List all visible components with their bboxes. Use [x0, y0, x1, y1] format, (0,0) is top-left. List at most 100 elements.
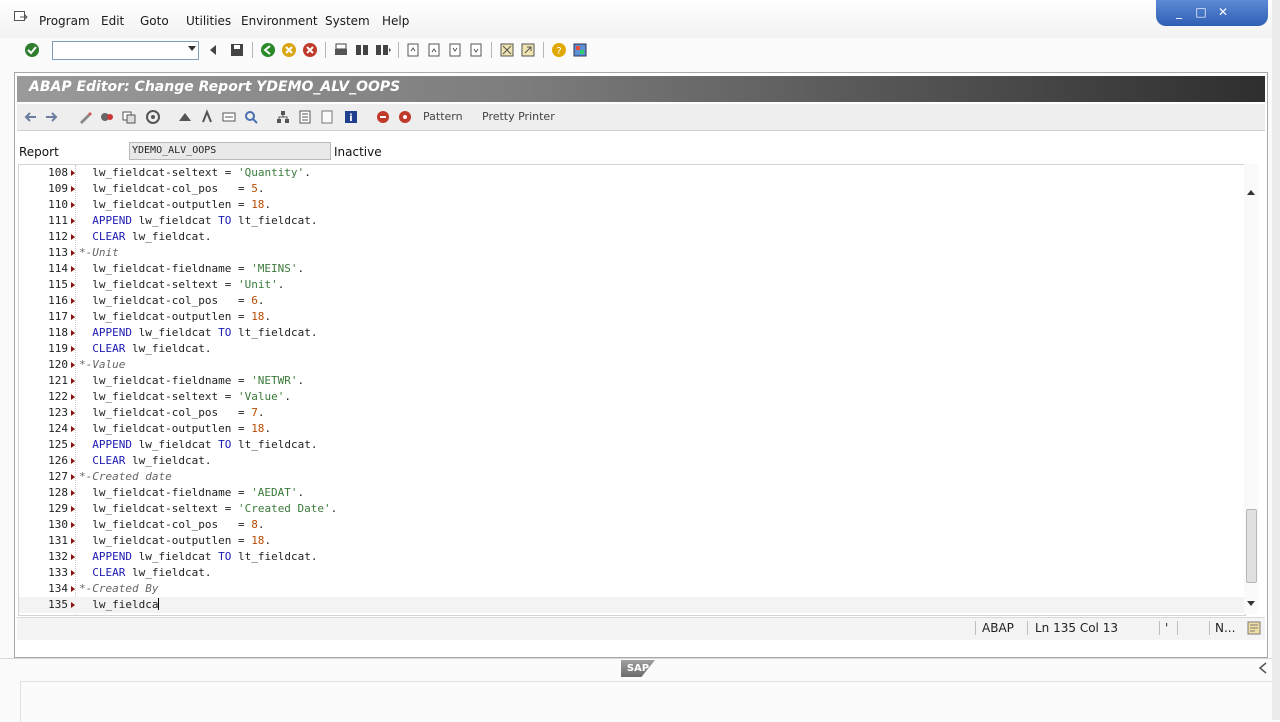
- command-field[interactable]: [52, 41, 199, 62]
- code-text[interactable]: *-Unit: [79, 245, 119, 261]
- code-text[interactable]: lw_fieldcat-seltext = 'Created Date'.: [79, 501, 337, 517]
- code-text[interactable]: lw_fieldcat-col_pos = 7.: [79, 405, 264, 421]
- line-marker-icon[interactable]: [71, 250, 75, 256]
- close-button[interactable]: ✕: [1214, 5, 1232, 19]
- command-input[interactable]: [53, 46, 185, 62]
- code-line[interactable]: 120 *-Value: [19, 357, 1245, 373]
- code-line[interactable]: 126 CLEAR lw_fieldcat.: [19, 453, 1245, 469]
- line-marker-icon[interactable]: [71, 314, 75, 320]
- back-arrow-icon[interactable]: [23, 109, 39, 125]
- code-line[interactable]: 133 CLEAR lw_fieldcat.: [19, 565, 1245, 581]
- navigation-icon[interactable]: [243, 109, 259, 125]
- scroll-down-icon[interactable]: [1247, 601, 1255, 606]
- code-line[interactable]: 115 lw_fieldcat-seltext = 'Unit'.: [19, 277, 1245, 293]
- menu-edit[interactable]: Edit: [101, 14, 124, 28]
- code-text[interactable]: *-Value: [79, 357, 125, 373]
- code-text[interactable]: CLEAR lw_fieldcat.: [79, 565, 211, 581]
- display-object-list-icon[interactable]: [297, 109, 313, 125]
- line-marker-icon[interactable]: [71, 282, 75, 288]
- line-marker-icon[interactable]: [71, 218, 75, 224]
- code-text[interactable]: lw_fieldcat-col_pos = 6.: [79, 293, 264, 309]
- information-icon[interactable]: i: [343, 109, 359, 125]
- help-icon[interactable]: ?: [551, 42, 567, 58]
- code-line[interactable]: 117 lw_fieldcat-outputlen = 18.: [19, 309, 1245, 325]
- line-marker-icon[interactable]: [71, 522, 75, 528]
- code-line[interactable]: 130 lw_fieldcat-col_pos = 8.: [19, 517, 1245, 533]
- line-marker-icon[interactable]: [71, 378, 75, 384]
- code-text[interactable]: lw_fieldcat-seltext = 'Value'.: [79, 389, 291, 405]
- line-marker-icon[interactable]: [71, 234, 75, 240]
- line-marker-icon[interactable]: [71, 538, 75, 544]
- code-text[interactable]: lw_fieldcat-fieldname = 'AEDAT'.: [79, 485, 304, 501]
- chevron-down-icon[interactable]: [188, 46, 196, 51]
- set-breakpoint-icon[interactable]: [375, 109, 391, 125]
- line-marker-icon[interactable]: [71, 586, 75, 592]
- code-text[interactable]: *-Created By: [79, 581, 158, 597]
- line-marker-icon[interactable]: [71, 426, 75, 432]
- code-text[interactable]: lw_fieldcat-outputlen = 18.: [79, 197, 271, 213]
- other-object-icon[interactable]: [121, 109, 137, 125]
- code-line[interactable]: 114 lw_fieldcat-fieldname = 'MEINS'.: [19, 261, 1245, 277]
- code-text[interactable]: APPEND lw_fieldcat TO lt_fieldcat.: [79, 325, 317, 341]
- code-text[interactable]: APPEND lw_fieldcat TO lt_fieldcat.: [79, 213, 317, 229]
- code-line[interactable]: 135 lw_fieldca: [19, 597, 1245, 613]
- pretty-printer-button[interactable]: Pretty Printer: [482, 110, 555, 123]
- line-marker-icon[interactable]: [71, 602, 75, 608]
- maximize-button[interactable]: □: [1192, 5, 1210, 19]
- shortcut-icon[interactable]: [520, 42, 536, 58]
- line-marker-icon[interactable]: [71, 362, 75, 368]
- enter-icon[interactable]: [24, 42, 40, 58]
- line-marker-icon[interactable]: [71, 298, 75, 304]
- code-line[interactable]: 121 lw_fieldcat-fieldname = 'NETWR'.: [19, 373, 1245, 389]
- line-marker-icon[interactable]: [71, 186, 75, 192]
- menu-program[interactable]: Program: [39, 14, 90, 28]
- scroll-thumb[interactable]: [1246, 509, 1257, 583]
- test-icon[interactable]: [199, 109, 215, 125]
- code-text[interactable]: *-Created date: [79, 469, 172, 485]
- exit-icon[interactable]: [281, 42, 297, 58]
- back-icon[interactable]: [260, 42, 276, 58]
- editor-options-icon[interactable]: [1247, 621, 1261, 635]
- code-line[interactable]: 128 lw_fieldcat-fieldname = 'AEDAT'.: [19, 485, 1245, 501]
- code-text[interactable]: lw_fieldcat-seltext = 'Unit'.: [79, 277, 284, 293]
- pattern-button[interactable]: Pattern: [423, 110, 463, 123]
- line-marker-icon[interactable]: [71, 506, 75, 512]
- code-line[interactable]: 134 *-Created By: [19, 581, 1245, 597]
- code-text[interactable]: APPEND lw_fieldcat TO lt_fieldcat.: [79, 549, 317, 565]
- code-text[interactable]: lw_fieldcat-outputlen = 18.: [79, 309, 271, 325]
- line-marker-icon[interactable]: [71, 490, 75, 496]
- code-text[interactable]: lw_fieldcat-seltext = 'Quantity'.: [79, 165, 311, 181]
- line-marker-icon[interactable]: [71, 570, 75, 576]
- next-page-icon[interactable]: [447, 42, 463, 58]
- code-line[interactable]: 125 APPEND lw_fieldcat TO lt_fieldcat.: [19, 437, 1245, 453]
- line-marker-icon[interactable]: [71, 202, 75, 208]
- menu-system[interactable]: System: [325, 14, 370, 28]
- code-line[interactable]: 112 CLEAR lw_fieldcat.: [19, 229, 1245, 245]
- code-line[interactable]: 129 lw_fieldcat-seltext = 'Created Date'…: [19, 501, 1245, 517]
- code-line[interactable]: 118 APPEND lw_fieldcat TO lt_fieldcat.: [19, 325, 1245, 341]
- menu-help[interactable]: Help: [382, 14, 409, 28]
- find-next-icon[interactable]: [375, 42, 391, 58]
- menu-goto[interactable]: Goto: [140, 14, 169, 28]
- vertical-scrollbar[interactable]: [1244, 164, 1258, 614]
- code-line[interactable]: 124 lw_fieldcat-outputlen = 18.: [19, 421, 1245, 437]
- code-line[interactable]: 127 *-Created date: [19, 469, 1245, 485]
- code-line[interactable]: 119 CLEAR lw_fieldcat.: [19, 341, 1245, 357]
- menu-utilities[interactable]: Utilities: [186, 14, 231, 28]
- code-line[interactable]: 122 lw_fieldcat-seltext = 'Value'.: [19, 389, 1245, 405]
- where-used-icon[interactable]: [221, 109, 237, 125]
- code-text[interactable]: lw_fieldca: [79, 597, 160, 613]
- code-editor[interactable]: 108 lw_fieldcat-seltext = 'Quantity'. 109…: [18, 164, 1246, 616]
- find-icon[interactable]: [354, 42, 370, 58]
- activate-icon[interactable]: [177, 109, 193, 125]
- line-marker-icon[interactable]: [71, 458, 75, 464]
- menu-environment[interactable]: Environment: [241, 14, 318, 28]
- documentation-icon[interactable]: [319, 109, 335, 125]
- line-marker-icon[interactable]: [71, 394, 75, 400]
- first-page-icon[interactable]: [405, 42, 421, 58]
- code-line[interactable]: 110 lw_fieldcat-outputlen = 18.: [19, 197, 1245, 213]
- forward-arrow-icon[interactable]: [43, 109, 59, 125]
- code-text[interactable]: lw_fieldcat-fieldname = 'MEINS'.: [79, 261, 304, 277]
- customize-layout-icon[interactable]: [572, 42, 588, 58]
- line-marker-icon[interactable]: [71, 410, 75, 416]
